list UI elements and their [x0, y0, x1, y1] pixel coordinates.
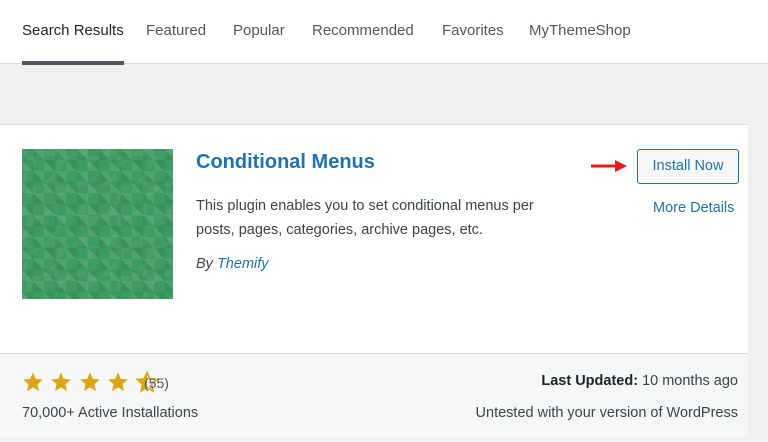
last-updated-value: 10 months ago [642, 373, 738, 389]
plugin-card-top: Conditional Menus This plugin enables yo… [0, 125, 748, 353]
tab-mythemeshop[interactable]: MyThemeShop [529, 0, 631, 64]
plugin-thumbnail[interactable] [22, 149, 173, 299]
tab-popular[interactable]: Popular [233, 0, 285, 64]
plugin-title[interactable]: Conditional Menus [196, 151, 375, 174]
last-updated-label: Last Updated: [541, 373, 639, 389]
author-link[interactable]: Themify [217, 256, 269, 272]
plugin-description: This plugin enables you to set condition… [196, 198, 534, 238]
red-arrow-icon [591, 160, 627, 172]
tab-recommended[interactable]: Recommended [312, 0, 414, 64]
star-filled-icon [80, 372, 100, 392]
install-now-button[interactable]: Install Now [637, 149, 739, 184]
star-rating [22, 371, 160, 393]
plugin-filter-tabs: Search Results Featured Popular Recommen… [0, 0, 768, 65]
star-filled-icon [23, 372, 43, 392]
plugin-card-bottom: (55) 70,000+ Active Installations Last U… [0, 353, 748, 437]
rating-count: (55) [144, 375, 169, 391]
star-filled-icon [51, 372, 72, 392]
tab-favorites[interactable]: Favorites [442, 0, 504, 64]
star-filled-icon [108, 372, 129, 392]
tab-featured[interactable]: Featured [146, 0, 206, 64]
tab-search-results[interactable]: Search Results [22, 0, 124, 65]
plugin-card: Conditional Menus This plugin enables yo… [0, 124, 748, 437]
author-prefix: By [196, 256, 213, 272]
compatibility-note: Untested with your version of WordPress [475, 405, 738, 421]
last-updated: Last Updated: 10 months ago [541, 373, 738, 389]
active-installations: 70,000+ Active Installations [22, 405, 199, 421]
plugin-author: By Themify [196, 256, 269, 272]
more-details-link[interactable]: More Details [653, 200, 734, 216]
